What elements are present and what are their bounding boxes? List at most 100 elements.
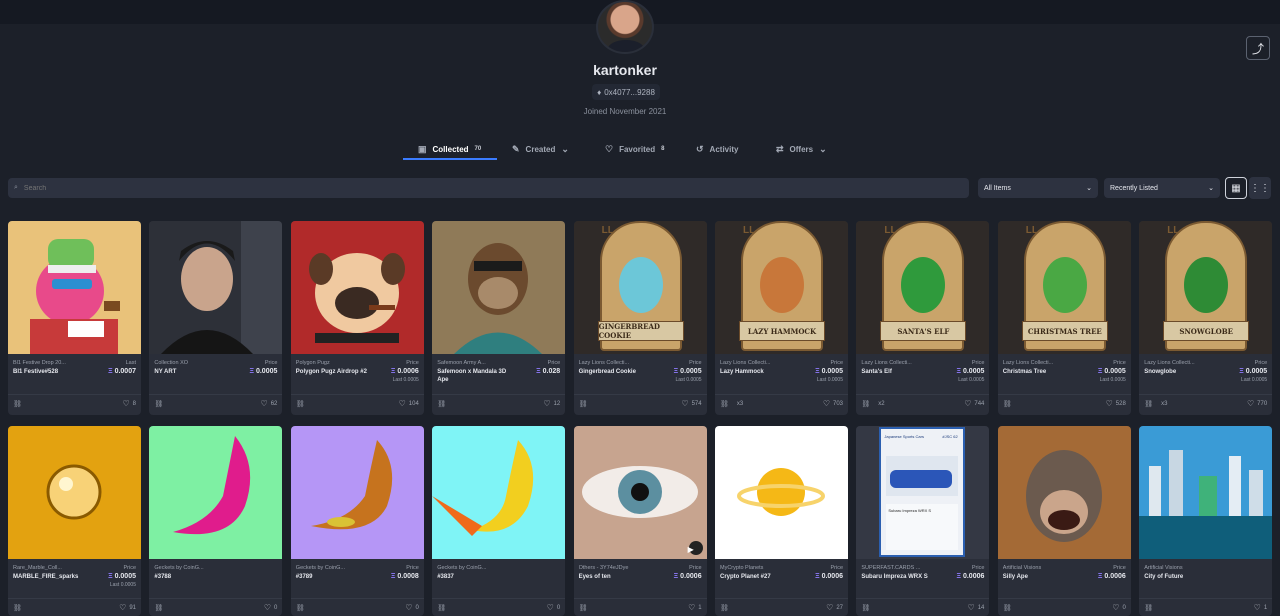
link-icon[interactable]: ⛓ bbox=[13, 604, 22, 612]
nft-card[interactable]: Safemoon Army A... Price Safemoon x Mandal… bbox=[432, 221, 566, 415]
nft-name[interactable]: City of Future bbox=[1144, 573, 1222, 581]
nft-image[interactable] bbox=[573, 426, 707, 559]
nft-card[interactable]: Rare_Marble_Coll... Price MARBLE_FIRE_spar… bbox=[8, 426, 141, 616]
nft-image[interactable] bbox=[290, 221, 424, 354]
nft-name[interactable]: Gingerbread Cookie bbox=[579, 368, 657, 376]
nft-image[interactable] bbox=[432, 221, 566, 354]
link-icon[interactable]: ⛓ bbox=[861, 604, 870, 612]
nft-collection[interactable]: SUPERFAST.CARDS ... bbox=[861, 565, 927, 571]
nft-name[interactable]: #3789 bbox=[296, 573, 374, 581]
nft-collection[interactable]: Lazy Lions Collecti... bbox=[1003, 360, 1069, 366]
nft-name[interactable]: Christmas Tree bbox=[1003, 368, 1081, 376]
link-icon[interactable]: ⛓ bbox=[437, 604, 446, 612]
like-button[interactable]: ♡ 574 bbox=[681, 399, 701, 408]
tab-created[interactable]: ✎ Created ⌄ bbox=[512, 138, 569, 160]
nft-image[interactable] bbox=[856, 426, 990, 559]
nft-card[interactable]: Geckets by CoinG... Price #3789 Ξ 0.0008 ⛓ ♡ 0 bbox=[290, 426, 424, 616]
nft-name[interactable]: Lazy Hammock bbox=[720, 368, 798, 376]
link-icon[interactable]: ⛓ bbox=[296, 400, 305, 408]
nft-collection[interactable]: Lazy Lions Collecti... bbox=[1144, 360, 1210, 366]
like-button[interactable]: ♡ 104 bbox=[399, 399, 419, 408]
link-icon[interactable]: ⛓ bbox=[437, 400, 446, 408]
tab-collected[interactable]: ▣ Collected 70 bbox=[418, 138, 481, 160]
link-icon[interactable]: ⛓ bbox=[720, 400, 729, 408]
nft-image[interactable] bbox=[8, 221, 141, 354]
link-icon[interactable]: ⛓ bbox=[1144, 400, 1153, 408]
like-button[interactable]: ♡ 62 bbox=[261, 399, 278, 408]
like-button[interactable]: ♡ 770 bbox=[1247, 399, 1267, 408]
nft-card[interactable]: MyCrypto Planets Price Crypto Planet #27 Ξ 0… bbox=[715, 426, 848, 616]
like-button[interactable]: ♡ 0 bbox=[547, 603, 561, 612]
tab-activity[interactable]: ↺ Activity bbox=[696, 138, 738, 160]
nft-name[interactable]: MARBLE_FIRE_sparks bbox=[13, 573, 91, 581]
like-button[interactable]: ♡ 703 bbox=[823, 399, 843, 408]
nft-collection[interactable]: Geckets by CoinG... bbox=[154, 565, 220, 571]
nft-name[interactable]: Crypto Planet #27 bbox=[720, 573, 798, 581]
like-button[interactable]: ♡ 744 bbox=[964, 399, 984, 408]
nft-collection[interactable]: Geckets by CoinG... bbox=[296, 565, 362, 571]
nft-collection[interactable]: Lazy Lions Collecti... bbox=[861, 360, 927, 366]
nft-image[interactable] bbox=[432, 426, 566, 559]
link-icon[interactable]: ⛓ bbox=[720, 604, 729, 612]
tab-offers[interactable]: ⇄ Offers ⌄ bbox=[776, 138, 827, 160]
nft-card[interactable]: ▶ Others - 3Y74eJDye Price Eyes of ten Ξ 0.00… bbox=[573, 426, 707, 616]
nft-collection[interactable]: Geckets by CoinG... bbox=[437, 565, 503, 571]
nft-collection[interactable]: Lazy Lions Collecti... bbox=[579, 360, 645, 366]
nft-card[interactable]: LL SNOWGLOBE Lazy Lions Collecti... Price Sn… bbox=[1139, 221, 1273, 415]
like-button[interactable]: ♡ 528 bbox=[1106, 399, 1126, 408]
nft-card[interactable]: Bl1 Festive Drop 20... Last Bl1 Festive#52… bbox=[8, 221, 141, 415]
small-grid-toggle[interactable]: ⋮⋮ bbox=[1249, 177, 1271, 199]
nft-image[interactable] bbox=[997, 426, 1131, 559]
nft-name[interactable]: Bl1 Festive#528 bbox=[13, 368, 91, 376]
nft-card[interactable]: Japanese Sports Cars #JSC 62 Subaru Imprez… bbox=[856, 426, 990, 616]
nft-card[interactable]: Polygon Pugz Price Polygon Pugz Airdrop #2… bbox=[290, 221, 424, 415]
nft-card[interactable]: LL GINGERBREAD COOKIE Lazy Lions Collecti.… bbox=[573, 221, 707, 415]
like-button[interactable]: ♡ 0 bbox=[405, 603, 419, 612]
nft-name[interactable]: #3837 bbox=[437, 573, 515, 581]
link-icon[interactable]: ⛓ bbox=[296, 604, 305, 612]
nft-collection[interactable]: MyCrypto Planets bbox=[720, 565, 786, 571]
sort-select[interactable]: Recently Listed ⌄ bbox=[1104, 178, 1220, 198]
nft-card[interactable]: LL SANTA'S ELF Lazy Lions Collecti... Price… bbox=[856, 221, 990, 415]
nft-image[interactable] bbox=[1139, 426, 1273, 559]
nft-collection[interactable]: Rare_Marble_Coll... bbox=[13, 565, 79, 571]
like-button[interactable]: ♡ 27 bbox=[826, 603, 843, 612]
nft-name[interactable]: Snowglobe bbox=[1144, 368, 1222, 376]
nft-name[interactable]: Eyes of ten bbox=[579, 573, 657, 581]
nft-card[interactable]: LL CHRISTMAS TREE Lazy Lions Collecti... Pr… bbox=[997, 221, 1131, 415]
nft-collection[interactable]: Lazy Lions Collecti... bbox=[720, 360, 786, 366]
link-icon[interactable]: ⛓ bbox=[579, 400, 588, 408]
nft-name[interactable]: Polygon Pugz Airdrop #2 bbox=[296, 368, 374, 376]
nft-name[interactable]: NY ART bbox=[154, 368, 232, 376]
items-filter-select[interactable]: All Items ⌄ bbox=[978, 178, 1098, 198]
link-icon[interactable]: ⛓ bbox=[861, 400, 870, 408]
nft-image[interactable] bbox=[8, 426, 141, 559]
nft-collection[interactable]: Artificial Visions bbox=[1003, 565, 1069, 571]
like-button[interactable]: ♡ 91 bbox=[119, 603, 136, 612]
nft-name[interactable]: Safemoon x Mandala 3D Ape bbox=[437, 368, 515, 384]
link-icon[interactable]: ⛓ bbox=[579, 604, 588, 612]
nft-name[interactable]: Subaru Impreza WRX S bbox=[861, 573, 939, 581]
search-input[interactable] bbox=[23, 184, 924, 192]
like-button[interactable]: ♡ 0 bbox=[264, 603, 278, 612]
nft-card[interactable]: Artificial Visions City of Future ⛓ ♡ 1 bbox=[1139, 426, 1273, 616]
share-button[interactable]: ⤴ bbox=[1246, 36, 1270, 60]
link-icon[interactable]: ⛓ bbox=[1003, 604, 1012, 612]
nft-collection[interactable]: Others - 3Y74eJDye bbox=[579, 565, 645, 571]
like-button[interactable]: ♡ 14 bbox=[968, 603, 985, 612]
nft-collection[interactable]: Collection XO bbox=[154, 360, 220, 366]
link-icon[interactable]: ⛓ bbox=[154, 604, 163, 612]
nft-collection[interactable]: Artificial Visions bbox=[1144, 565, 1210, 571]
like-button[interactable]: ♡ 1 bbox=[688, 603, 702, 612]
link-icon[interactable]: ⛓ bbox=[1144, 604, 1153, 612]
nft-card[interactable]: Artificial Visions Price Silly Ape Ξ 0.0006 ⛓… bbox=[997, 426, 1131, 616]
nft-image[interactable] bbox=[149, 426, 283, 559]
wallet-address[interactable]: ♦ 0x4077...9288 bbox=[592, 84, 660, 100]
link-icon[interactable]: ⛓ bbox=[154, 400, 163, 408]
avatar[interactable] bbox=[596, 0, 654, 54]
search-bar[interactable]: ⌕ bbox=[8, 178, 969, 198]
link-icon[interactable]: ⛓ bbox=[13, 400, 22, 408]
nft-card[interactable]: Geckets by CoinG... #3788 ⛓ ♡ 0 bbox=[149, 426, 283, 616]
nft-collection[interactable]: Polygon Pugz bbox=[296, 360, 362, 366]
nft-name[interactable]: Santa's Elf bbox=[861, 368, 939, 376]
